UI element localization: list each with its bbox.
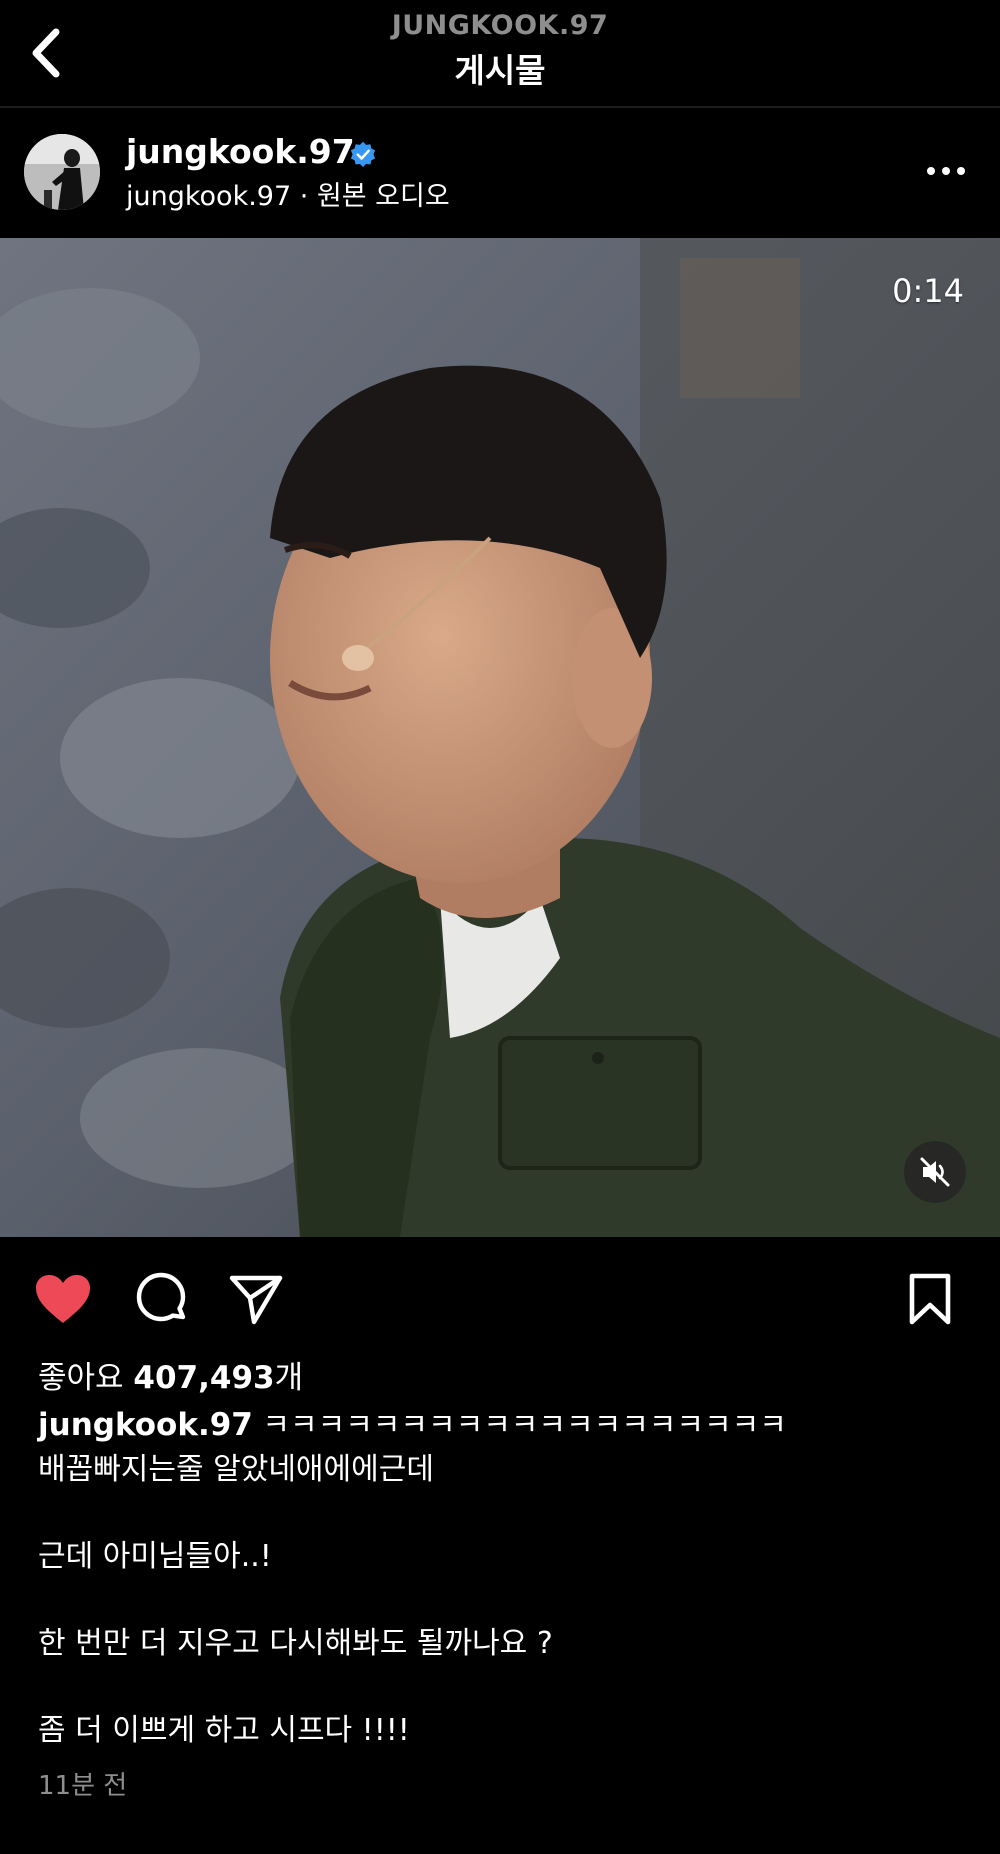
- caption-line: [38, 1578, 958, 1622]
- top-header: JUNGKOOK.97 게시물: [0, 0, 1000, 108]
- caption-line: [38, 1665, 958, 1709]
- share-button[interactable]: [226, 1269, 286, 1329]
- caption-first-line: jungkook.97 ㅋㅋㅋㅋㅋㅋㅋㅋㅋㅋㅋㅋㅋㅋㅋㅋㅋㅋㅋ: [38, 1404, 958, 1448]
- verified-badge-icon: [350, 141, 376, 168]
- caption-line: 좀 더 이쁘게 하고 시프다 !!!!: [38, 1712, 410, 1748]
- bookmark-icon: [909, 1273, 951, 1325]
- more-horizontal-icon: [927, 167, 965, 175]
- comment-bubble-icon: [136, 1272, 186, 1322]
- likes-number: 407,493: [133, 1360, 275, 1396]
- more-options-button[interactable]: [920, 146, 972, 196]
- original-audio-link[interactable]: jungkook.97 · 원본 오디오: [126, 174, 450, 213]
- post-caption: jungkook.97 ㅋㅋㅋㅋㅋㅋㅋㅋㅋㅋㅋㅋㅋㅋㅋㅋㅋㅋㅋ 배꼽빠지는줄 알…: [38, 1404, 958, 1752]
- caption-username[interactable]: jungkook.97: [38, 1407, 253, 1443]
- caption-line: [38, 1491, 958, 1535]
- heart-filled-icon: [36, 1275, 90, 1323]
- video-frame-image: [0, 238, 1000, 1237]
- author-name[interactable]: jungkook.97: [126, 132, 355, 171]
- like-button[interactable]: [33, 1269, 93, 1329]
- post-action-bar: [0, 1237, 1000, 1357]
- caption-line: 배꼽빠지는줄 알았네애에에근데: [38, 1451, 434, 1487]
- post-timestamp: 11분 전: [38, 1771, 128, 1801]
- caption-text: ㅋㅋㅋㅋㅋㅋㅋㅋㅋㅋㅋㅋㅋㅋㅋㅋㅋㅋㅋ: [252, 1408, 787, 1443]
- caption-line: 근데 아미님들아..!: [38, 1538, 272, 1574]
- page-title: 게시물: [454, 51, 546, 90]
- header-username: JUNGKOOK.97: [391, 10, 609, 41]
- post-author-row: jungkook.97 jungkook.97 · 원본 오디오: [0, 108, 1000, 236]
- avatar[interactable]: [24, 134, 100, 210]
- avatar-image: [24, 134, 100, 210]
- likes-count[interactable]: 좋아요 407,493개: [38, 1352, 303, 1397]
- paper-plane-icon: [229, 1275, 283, 1325]
- save-button[interactable]: [900, 1269, 960, 1329]
- mute-toggle-button[interactable]: [904, 1141, 966, 1203]
- likes-suffix: 개: [274, 1360, 304, 1396]
- post-video[interactable]: 0:14: [0, 238, 1000, 1237]
- video-timer: 0:14: [892, 272, 964, 310]
- likes-prefix: 좋아요: [38, 1360, 124, 1396]
- comment-button[interactable]: [131, 1269, 191, 1329]
- caption-line: 한 번만 더 지우고 다시해봐도 될까나요 ?: [38, 1625, 553, 1661]
- speaker-muted-icon: [920, 1157, 950, 1187]
